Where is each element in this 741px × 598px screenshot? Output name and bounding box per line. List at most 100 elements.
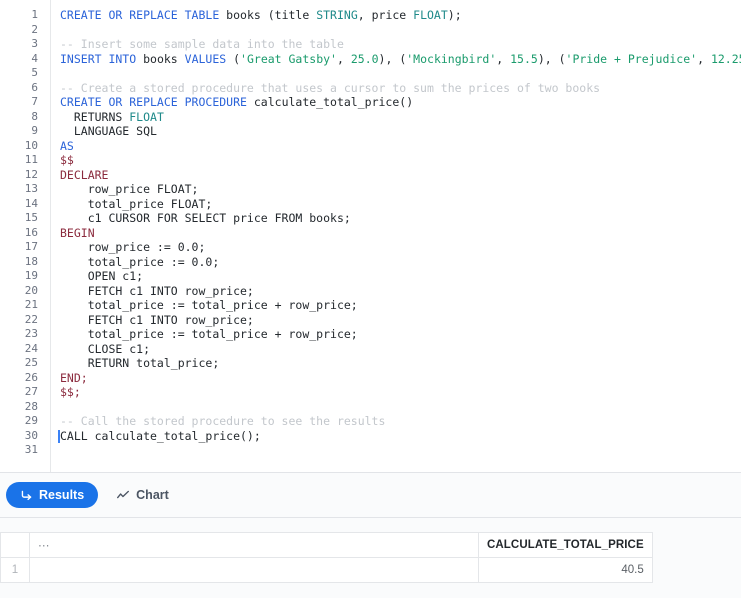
code-line[interactable]: 12 DECLARE (0, 168, 741, 183)
code-line-text[interactable]: LANGUAGE SQL (38, 124, 157, 139)
tab-chart[interactable]: Chart (102, 482, 183, 508)
table-row[interactable]: 1 40.5 (0, 557, 653, 583)
results-table-body: 1 40.5 (0, 557, 653, 583)
tab-results[interactable]: Results (6, 482, 99, 508)
code-line-text[interactable]: row_price FLOAT; (38, 182, 199, 197)
code-token: ); (447, 8, 462, 22)
code-line-text[interactable]: row_price := 0.0; (38, 240, 206, 255)
code-line-text[interactable] (38, 23, 67, 38)
code-line[interactable]: 26 END; (0, 371, 741, 386)
code-line[interactable]: 18 total_price := 0.0; (0, 255, 741, 270)
code-token: STRING (316, 8, 358, 22)
line-number: 14 (24, 196, 38, 210)
code-token: $$ (60, 153, 74, 167)
code-line[interactable]: 27 $$; (0, 385, 741, 400)
code-token: books (143, 51, 185, 66)
code-line-text[interactable]: DECLARE (38, 168, 108, 183)
code-line-text[interactable]: -- Create a stored procedure that uses a… (38, 81, 600, 96)
code-token: , (357, 8, 372, 22)
code-line[interactable]: 24 CLOSE c1; (0, 342, 741, 357)
text-caret (58, 429, 60, 443)
code-line-text[interactable]: total_price := 0.0; (38, 255, 220, 270)
code-line[interactable]: 5 (0, 66, 741, 81)
code-line-text[interactable]: RETURN total_price; (38, 356, 220, 371)
code-line[interactable]: 23 total_price := total_price + row_pric… (0, 327, 741, 342)
code-line[interactable]: 14 total_price FLOAT; (0, 197, 741, 212)
tab-results-label: Results (39, 488, 85, 502)
code-line-text[interactable]: OPEN c1; (38, 269, 143, 284)
code-line[interactable]: 22 FETCH c1 INTO row_price; (0, 313, 741, 328)
code-line-text[interactable]: CLOSE c1; (38, 342, 150, 357)
code-line[interactable]: 9 LANGUAGE SQL (0, 124, 741, 139)
code-line[interactable]: 2 (0, 23, 741, 38)
line-number: 5 (31, 66, 38, 79)
code-line[interactable]: 29 -- Call the stored procedure to see th… (0, 414, 741, 429)
code-line-list[interactable]: 1 CREATE OR REPLACE TABLE books (title ST… (0, 8, 741, 458)
code-line-text[interactable] (38, 66, 67, 81)
column-header-calculate-total-price[interactable]: CALCULATE_TOTAL_PRICE (478, 532, 653, 558)
sql-code-editor[interactable]: 1 CREATE OR REPLACE TABLE books (title ST… (0, 0, 741, 473)
code-line-text[interactable]: CREATE OR REPLACE PROCEDURE calculate_to… (38, 95, 413, 110)
code-token: CLOSE c1; (60, 341, 151, 356)
code-token: END; (60, 370, 88, 385)
code-line-text[interactable]: CREATE OR REPLACE TABLE books (title STR… (38, 8, 462, 23)
code-line-text[interactable]: total_price := total_price + row_price; (38, 327, 358, 342)
code-line[interactable]: 10 AS (0, 139, 741, 154)
line-number: 6 (31, 80, 38, 94)
code-line-text[interactable]: -- Insert some sample data into the tabl… (38, 37, 344, 52)
code-token: FLOAT (129, 109, 164, 124)
code-line-text[interactable]: total_price := total_price + row_price; (38, 298, 358, 313)
code-line[interactable]: 11 $$ (0, 153, 741, 168)
code-line-text[interactable]: CALL calculate_total_price(); (38, 429, 261, 444)
code-line[interactable]: 20 FETCH c1 INTO row_price; (0, 284, 741, 299)
code-line-text[interactable]: END; (38, 371, 88, 386)
code-token: LANGUAGE SQL (60, 124, 157, 138)
code-line-text[interactable]: RETURNS FLOAT (38, 110, 164, 125)
code-line[interactable]: 25 RETURN total_price; (0, 356, 741, 371)
row-blank-cell (29, 557, 479, 583)
code-line[interactable]: 4 INSERT INTO books VALUES ('Great Gatsby… (0, 52, 741, 67)
code-line[interactable]: 19 OPEN c1; (0, 269, 741, 284)
code-line[interactable]: 16 BEGIN (0, 226, 741, 241)
code-line[interactable]: 28 (0, 400, 741, 415)
line-number: 1 (31, 8, 38, 21)
code-line[interactable]: 30 CALL calculate_total_price(); (0, 429, 741, 444)
results-panel: ⋯ CALCULATE_TOTAL_PRICE 1 40.5 (0, 518, 741, 598)
code-line-text[interactable]: AS (38, 139, 74, 154)
code-line[interactable]: 15 c1 CURSOR FOR SELECT price FROM books… (0, 211, 741, 226)
code-line[interactable]: 17 row_price := 0.0; (0, 240, 741, 255)
overflow-dots-header[interactable]: ⋯ (29, 532, 479, 558)
code-line[interactable]: 3 -- Insert some sample data into the tab… (0, 37, 741, 52)
code-line-text[interactable]: $$; (38, 385, 81, 400)
line-number: 31 (24, 443, 38, 456)
code-line-text[interactable]: -- Call the stored procedure to see the … (38, 414, 385, 429)
code-token: ( (226, 51, 241, 66)
code-token: DECLARE (60, 167, 109, 182)
code-line-text[interactable]: c1 CURSOR FOR SELECT price FROM books; (38, 211, 351, 226)
line-number: 11 (24, 153, 38, 166)
code-line[interactable]: 13 row_price FLOAT; (0, 182, 741, 197)
code-line-text[interactable] (38, 400, 67, 415)
code-token: -- Create a stored procedure that uses a… (60, 80, 601, 95)
code-token: books (226, 8, 268, 22)
code-token: RETURNS (60, 109, 130, 124)
line-number: 23 (24, 327, 38, 340)
code-line[interactable]: 7 CREATE OR REPLACE PROCEDURE calculate_t… (0, 95, 741, 110)
code-line-text[interactable]: BEGIN (38, 226, 95, 241)
code-line[interactable]: 8 RETURNS FLOAT (0, 110, 741, 125)
results-table[interactable]: ⋯ CALCULATE_TOTAL_PRICE 1 40.5 (0, 532, 653, 583)
code-line[interactable]: 6 -- Create a stored procedure that uses … (0, 81, 741, 96)
line-number: 19 (24, 269, 38, 282)
code-line-text[interactable] (38, 443, 67, 458)
code-line-text[interactable]: INSERT INTO books VALUES ('Great Gatsby'… (38, 52, 741, 67)
code-line-text[interactable]: total_price FLOAT; (38, 197, 213, 212)
code-token: calculate_total_price() (253, 95, 414, 109)
code-line[interactable]: 21 total_price := total_price + row_pric… (0, 298, 741, 313)
code-line-text[interactable]: $$ (38, 153, 74, 168)
code-line-text[interactable]: FETCH c1 INTO row_price; (38, 284, 254, 299)
code-line[interactable]: 31 (0, 443, 741, 458)
code-line-text[interactable]: FETCH c1 INTO row_price; (38, 313, 254, 328)
code-token: INSERT INTO (60, 51, 144, 66)
row-index-cell: 1 (0, 557, 30, 583)
code-line[interactable]: 1 CREATE OR REPLACE TABLE books (title ST… (0, 8, 741, 23)
